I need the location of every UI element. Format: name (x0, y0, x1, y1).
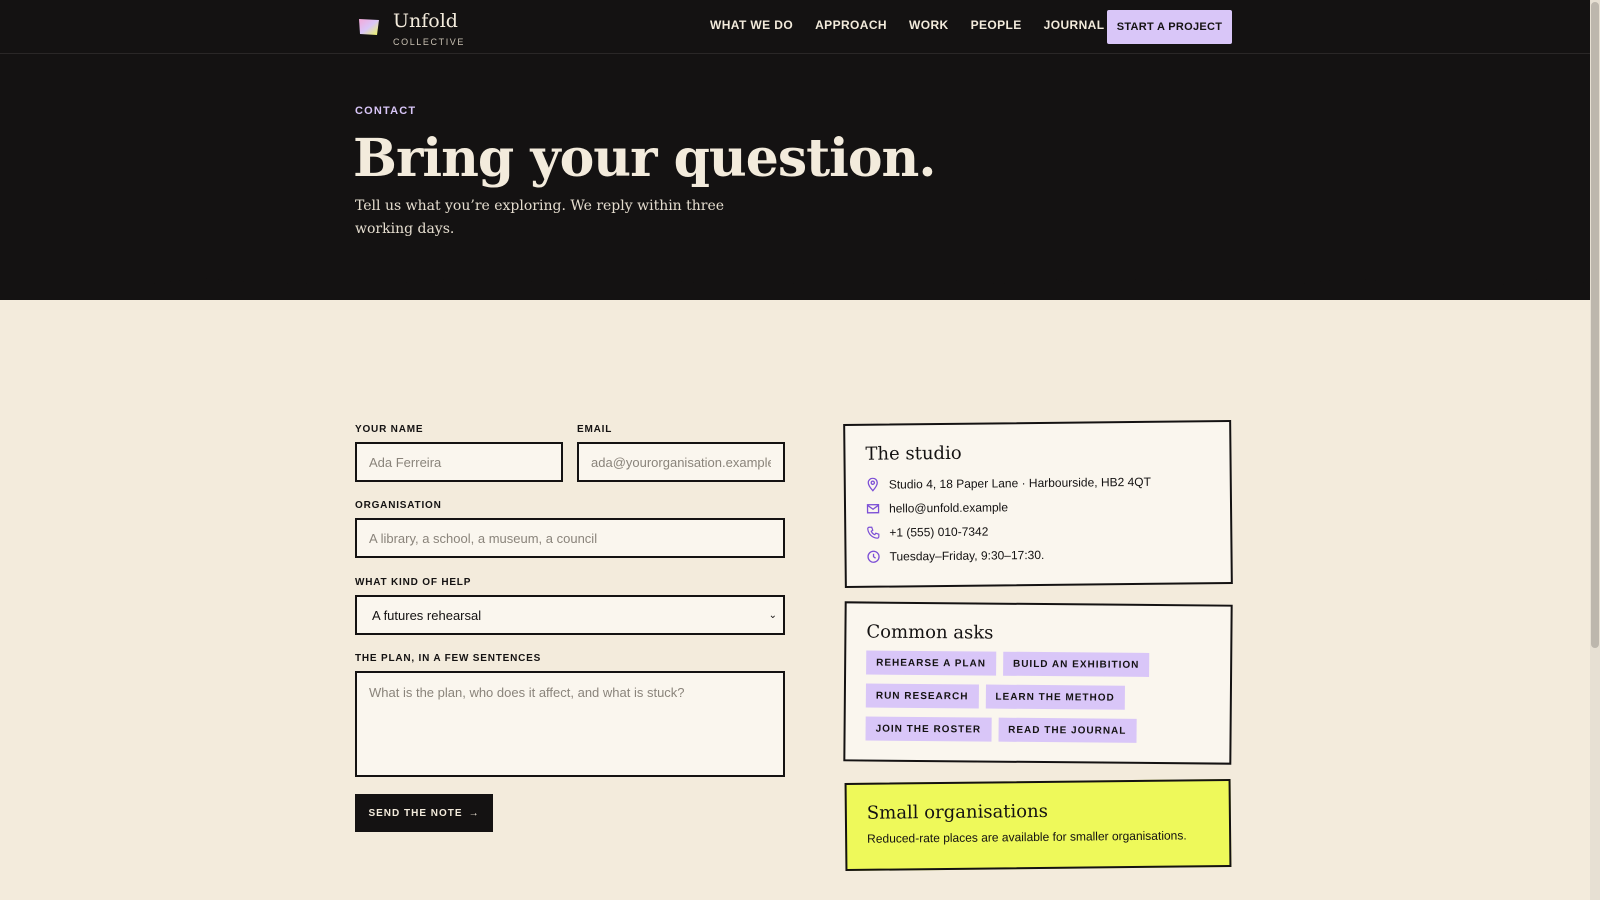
clock-icon (867, 550, 880, 563)
chip-rehearse-a-plan[interactable]: REHEARSE A PLAN (866, 650, 997, 676)
page-scrollbar[interactable] (1590, 0, 1600, 900)
nav-item-what-we-do[interactable]: WHAT WE DO (710, 18, 793, 32)
phone-icon (867, 526, 880, 539)
plan-textarea[interactable] (355, 671, 785, 777)
chip-run-research[interactable]: RUN RESEARCH (865, 683, 979, 709)
nav-item-approach[interactable]: APPROACH (815, 18, 887, 32)
page-lede: Tell us what you’re exploring. We reply … (355, 198, 725, 237)
mail-icon (866, 504, 880, 514)
scrollbar-thumb[interactable] (1591, 2, 1599, 648)
studio-hours: Tuesday–Friday, 9:30–17:30. (889, 547, 1045, 564)
name-input[interactable] (355, 442, 563, 482)
send-note-label: SEND THE NOTE (368, 807, 463, 819)
studio-card: The studio Studio 4, 18 Paper Lane · Har… (843, 419, 1233, 589)
small-organisations-text: Reduced-rate places are available for sm… (867, 828, 1187, 846)
nav-item-journal[interactable]: JOURNAL (1044, 18, 1105, 32)
nav-item-work[interactable]: WORK (909, 18, 949, 32)
brand-name[interactable]: Unfold (393, 10, 458, 32)
start-project-button[interactable]: START A PROJECT (1107, 10, 1232, 44)
email-input[interactable] (577, 442, 785, 482)
organisation-label: ORGANISATION (355, 500, 442, 511)
help-type-value: A futures rehearsal (372, 607, 482, 623)
studio-address: Studio 4, 18 Paper Lane · Harbourside, H… (888, 474, 1152, 492)
chip-read-the-journal[interactable]: READ THE JOURNAL (998, 717, 1137, 743)
send-note-button[interactable]: SEND THE NOTE → (355, 794, 493, 832)
page-eyebrow: CONTACT (355, 105, 417, 117)
chip-build-an-exhibition[interactable]: BUILD AN EXHIBITION (1002, 651, 1150, 677)
arrow-right-icon: → (468, 807, 480, 819)
help-type-label: WHAT KIND OF HELP (355, 577, 472, 588)
studio-email[interactable]: hello@unfold.example (889, 500, 1008, 515)
nav-item-people[interactable]: PEOPLE (971, 18, 1022, 32)
page-title: Bring your question. (353, 128, 936, 189)
chip-join-the-roster[interactable]: JOIN THE ROSTER (865, 716, 992, 742)
plan-label: THE PLAN, IN A FEW SENTENCES (355, 653, 542, 664)
chevron-down-icon: ⌄ (768, 609, 777, 621)
email-label: EMAIL (577, 424, 613, 435)
pin-icon (867, 477, 878, 492)
torn-edge-divider (0, 270, 1590, 285)
help-type-select[interactable]: A futures rehearsal ⌄ (355, 595, 785, 635)
studio-phone[interactable]: +1 (555) 010-7342 (889, 525, 988, 540)
studio-title: The studio (865, 442, 962, 465)
logo-icon (359, 19, 379, 35)
name-label: YOUR NAME (355, 424, 424, 435)
small-organisations-title: Small organisations (866, 800, 1049, 824)
chip-learn-the-method[interactable]: LEARN THE METHOD (985, 684, 1125, 710)
small-organisations-card: Small organisations Reduced-rate places … (844, 778, 1232, 872)
organisation-input[interactable] (355, 518, 785, 558)
top-navigation: Unfold COLLECTIVE WHAT WE DO APPROACH WO… (0, 0, 1590, 54)
common-asks-card: Common asks REHEARSE A PLAN BUILD AN EXH… (843, 601, 1233, 765)
common-asks-title: Common asks (866, 621, 994, 644)
brand-subtitle: COLLECTIVE (393, 37, 466, 47)
